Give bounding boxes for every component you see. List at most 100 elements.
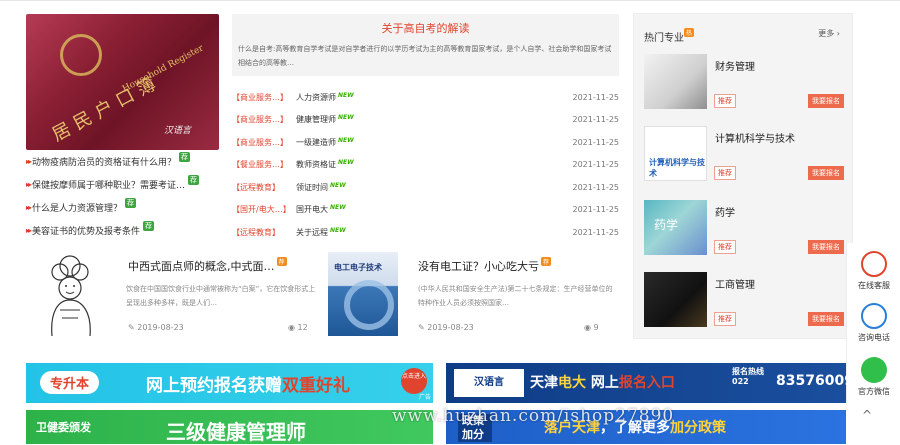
news-row[interactable]: 【商业服务…】 一级建造师 NEW 2021-11-25 xyxy=(232,131,619,154)
apply-button[interactable]: 我要报名 xyxy=(808,94,844,108)
apply-button[interactable]: 我要报名 xyxy=(808,312,844,326)
major-item[interactable]: 财务管理 推荐 我要报名 xyxy=(644,54,844,116)
new-badge: NEW xyxy=(330,204,346,212)
news-row[interactable]: 【远程教育】 领证时间 NEW 2021-11-25 xyxy=(232,176,619,199)
banner-text: 三级健康管理师 xyxy=(166,420,306,444)
news-title[interactable]: 关于远程 NEW xyxy=(296,227,573,238)
major-image[interactable] xyxy=(644,272,707,327)
new-badge: NEW xyxy=(330,181,346,189)
major-image[interactable] xyxy=(644,54,707,109)
news-category[interactable]: 【远程教育】 xyxy=(232,182,296,193)
article-date: ✎ 2019-08-23 xyxy=(128,323,184,332)
intro-title[interactable]: 关于高自考的解读 xyxy=(232,20,619,36)
major-name[interactable]: 工商管理 xyxy=(715,276,755,291)
photo-title: 居民户口簿 xyxy=(48,70,165,146)
news-title[interactable]: 一级建造师 NEW xyxy=(296,137,573,148)
national-emblem-icon xyxy=(60,34,102,76)
customer-service-icon xyxy=(861,251,887,277)
news-date: 2021-11-25 xyxy=(572,92,620,102)
major-item[interactable]: 药学 药学 推荐 我要报名 xyxy=(644,200,844,262)
arrow-icon: ▸▸ xyxy=(26,226,32,235)
news-list: 【商业服务…】 人力资源师 NEW 2021-11-25 【商业服务…】 健康管理师 NE… xyxy=(232,86,619,244)
news-category[interactable]: 【餐业服务…】 xyxy=(232,159,296,170)
promo-banner[interactable]: 汉语言 天津电大 网上报名入口 报名热线 022 83576009 xyxy=(446,363,854,403)
list-item[interactable]: ▸▸ 什么是人力资源管理？荐 xyxy=(26,196,226,219)
news-date: 2021-11-25 xyxy=(572,160,620,170)
left-article-list: ▸▸ 动物疫病防治员的资格证有什么用？荐 ▸▸ 保健按摩师属于哪种职业？需要考证… 荐… xyxy=(26,150,226,242)
book-cover-graphic xyxy=(344,280,394,330)
news-title[interactable]: 教师资格证 NEW xyxy=(296,159,573,170)
article-card[interactable]: 电工电子技术 没有电工证？小心吃大亏荐 (中华人民共和国安全生产法)第二十七条规… xyxy=(328,252,618,336)
phone-consult-button[interactable]: 咨询电话 xyxy=(847,303,900,343)
news-date: 2021-11-25 xyxy=(572,115,620,125)
article-views: ◉ 12 xyxy=(288,323,308,332)
news-date: 2021-11-25 xyxy=(572,205,620,215)
major-name[interactable]: 药学 xyxy=(715,204,735,219)
banner-tag: 专升本 xyxy=(40,371,100,394)
online-service-button[interactable]: 在线客服 xyxy=(847,251,900,291)
arrow-icon: ▸▸ xyxy=(26,180,32,189)
news-row[interactable]: 【国开/电大…】 国开电大 NEW 2021-11-25 xyxy=(232,199,619,222)
recommend-badge: 荐 xyxy=(179,151,191,162)
new-badge: NEW xyxy=(338,91,354,99)
wechat-button[interactable]: 官方微信 xyxy=(847,357,900,397)
news-date: 2021-11-25 xyxy=(572,182,620,192)
news-row[interactable]: 【商业服务…】 健康管理师 NEW 2021-11-25 xyxy=(232,109,619,132)
news-title[interactable]: 领证时间 NEW xyxy=(296,182,573,193)
book-title: 电工电子技术 xyxy=(334,263,382,272)
list-item[interactable]: ▸▸ 美容证书的优势及报考条件荐 xyxy=(26,219,226,242)
photo-watermark: 汉语言 xyxy=(163,126,191,136)
major-image[interactable]: 计算机科学与技术 xyxy=(644,126,707,181)
hotline-number: 83576009 xyxy=(776,373,854,389)
featured-photo[interactable]: Household Register 居民户口簿 汉语言 xyxy=(26,14,219,150)
recommend-badge: 荐 xyxy=(143,220,155,231)
major-name[interactable]: 财务管理 xyxy=(715,58,755,73)
eye-icon: ◉ xyxy=(288,323,298,332)
pencil-icon: ✎ xyxy=(128,323,138,332)
major-item[interactable]: 工商管理 推荐 我要报名 xyxy=(644,272,844,334)
news-date: 2021-11-25 xyxy=(572,137,620,147)
recommend-tag: 推荐 xyxy=(714,166,736,180)
article-title[interactable]: 中西式面点师的概念,中式面… 荐 xyxy=(128,257,287,274)
hotline-label: 报名热线 022 xyxy=(732,367,764,386)
list-item[interactable]: ▸▸ 保健按摩师属于哪种职业？需要考证… 荐 xyxy=(26,173,226,196)
promo-banner[interactable]: 卫健委颁发 三级健康管理师 xyxy=(26,410,433,444)
news-title[interactable]: 国开电大 NEW xyxy=(296,204,573,215)
news-row[interactable]: 【商业服务…】 人力资源师 NEW 2021-11-25 xyxy=(232,86,619,109)
promo-banner[interactable]: 专升本 网上预约报名获赠双重好礼 点击进入 广告 xyxy=(26,363,433,403)
major-name[interactable]: 计算机科学与技术 xyxy=(715,130,795,145)
news-category[interactable]: 【商业服务…】 xyxy=(232,92,296,103)
banner-text: 天津电大 网上报名入口 xyxy=(530,375,675,391)
intro-box: 关于高自考的解读 什么是自考:高等教育自学考试是对自学者进行的以学历考试为主的高… xyxy=(232,14,619,76)
article-thumbnail[interactable] xyxy=(40,252,126,337)
recommend-tag: 推荐 xyxy=(714,240,736,254)
news-category[interactable]: 【远程教育】 xyxy=(232,227,296,238)
back-to-top-icon[interactable]: ^ xyxy=(862,408,872,422)
news-date: 2021-11-25 xyxy=(572,227,620,237)
list-item[interactable]: ▸▸ 动物疫病防治员的资格证有什么用？荐 xyxy=(26,150,226,173)
news-category[interactable]: 【国开/电大…】 xyxy=(232,204,296,215)
recommend-tag: 推荐 xyxy=(714,94,736,108)
article-thumbnail[interactable]: 电工电子技术 xyxy=(328,252,398,336)
banner-enter-button[interactable]: 点击进入 xyxy=(401,368,427,394)
news-row[interactable]: 【远程教育】 关于远程 NEW 2021-11-25 xyxy=(232,221,619,244)
news-category[interactable]: 【商业服务…】 xyxy=(232,137,296,148)
article-date: ✎ 2019-08-23 xyxy=(418,323,474,332)
major-item[interactable]: 计算机科学与技术 计算机科学与技术 推荐 我要报名 xyxy=(644,126,844,188)
intro-description: 什么是自考:高等教育自学考试是对自学者进行的以学历考试为主的高等教育国家考试，是… xyxy=(238,45,612,67)
news-title[interactable]: 健康管理师 NEW xyxy=(296,114,573,125)
news-row[interactable]: 【餐业服务…】 教师资格证 NEW 2021-11-25 xyxy=(232,154,619,177)
news-title[interactable]: 人力资源师 NEW xyxy=(296,92,573,103)
pencil-icon: ✎ xyxy=(418,323,428,332)
apply-button[interactable]: 我要报名 xyxy=(808,240,844,254)
new-badge: NEW xyxy=(338,136,354,144)
more-link[interactable]: 更多 › xyxy=(818,28,840,39)
article-title[interactable]: 没有电工证？小心吃大亏荐 xyxy=(418,257,552,274)
recommend-tag: 推荐 xyxy=(714,312,736,326)
panel-title: 热门专业热 xyxy=(644,28,695,44)
news-category[interactable]: 【商业服务…】 xyxy=(232,114,296,125)
apply-button[interactable]: 我要报名 xyxy=(808,166,844,180)
major-image[interactable]: 药学 xyxy=(644,200,707,255)
article-description: 饮食在中国国饮食行业中通常被称为“白案”，它在饮食形式上呈现出多种多样，既是人们… xyxy=(126,285,316,307)
article-card[interactable]: 中西式面点师的概念,中式面… 荐 饮食在中国国饮食行业中通常被称为“白案”，它在饮… xyxy=(40,252,320,337)
